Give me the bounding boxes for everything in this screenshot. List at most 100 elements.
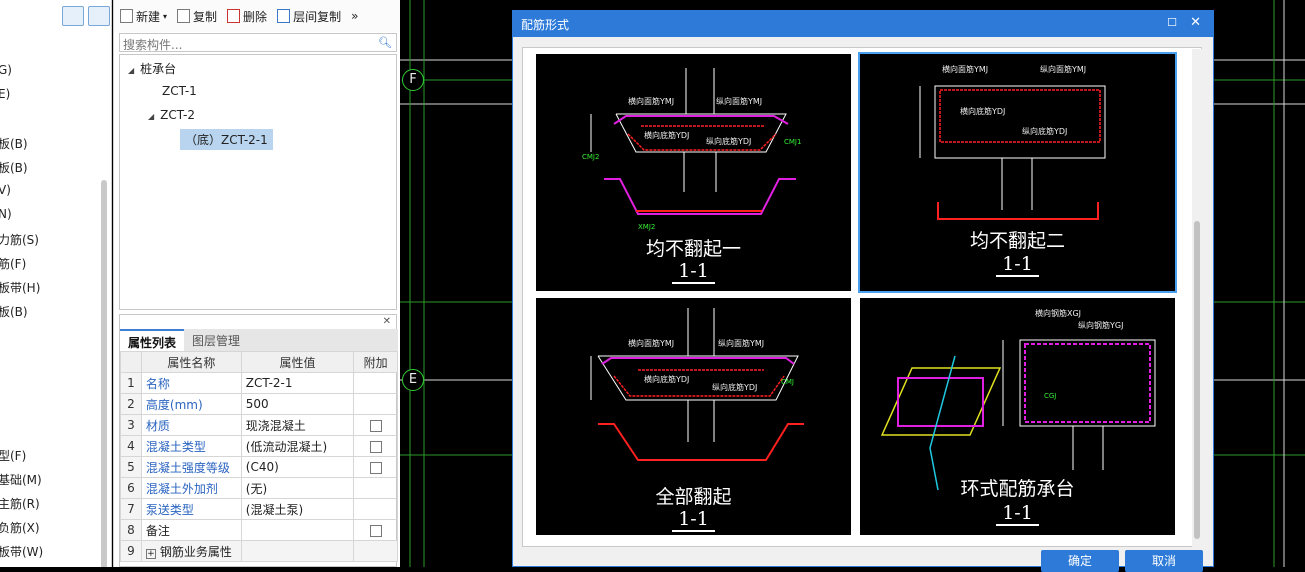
nav-item[interactable]: 板带(H): [0, 279, 40, 296]
nav-item[interactable]: G): [0, 63, 12, 77]
header-name: 属性名称: [140, 351, 242, 373]
delete-icon: [227, 9, 241, 23]
table-row[interactable]: 3 材质 现浇混凝土: [120, 414, 398, 436]
svg-text:横向底筋YDJ: 横向底筋YDJ: [644, 130, 689, 140]
detail-view-icon[interactable]: [88, 6, 110, 26]
prop-value[interactable]: 现浇混凝土: [240, 414, 355, 436]
nav-item[interactable]: 板带(W): [0, 543, 43, 560]
table-row[interactable]: 6 混凝土外加剂 (无): [120, 477, 398, 499]
nav-item[interactable]: 负筋(X): [0, 519, 40, 536]
svg-text:纵向钢筋YGJ: 纵向钢筋YGJ: [1078, 320, 1123, 330]
component-tree: ◢ 桩承台 ZCT-1 ◢ ZCT-2 （底）ZCT-2-1: [119, 54, 397, 310]
close-icon[interactable]: ✕: [1190, 15, 1201, 30]
cancel-button[interactable]: 取消: [1125, 550, 1203, 572]
maximize-icon[interactable]: ☐: [1167, 16, 1177, 29]
more-label: »: [351, 9, 359, 23]
rebar-form-gallery: CMJ2 CMJ1 XMJ2 横向面筋YMJ 纵向面筋YMJ 横向底筋YDJ 纵…: [522, 47, 1202, 547]
toolbar-more-button[interactable]: »: [351, 9, 358, 23]
copy-button[interactable]: 复制: [177, 8, 217, 25]
table-row[interactable]: 7 泵送类型 (混凝土泵): [120, 498, 398, 520]
prop-extra: [353, 498, 398, 520]
row-number: 8: [120, 519, 142, 541]
axis-label-e: E: [402, 369, 424, 391]
nav-item[interactable]: 筋(F): [0, 255, 26, 272]
floor-copy-button[interactable]: 层间复制: [277, 8, 341, 25]
svg-text:横向底筋YDJ: 横向底筋YDJ: [960, 106, 1005, 116]
extra-checkbox[interactable]: [369, 461, 382, 474]
extra-checkbox[interactable]: [369, 440, 382, 453]
tree-node-root[interactable]: ◢ 桩承台: [128, 60, 176, 77]
ok-button[interactable]: 确定: [1041, 550, 1119, 572]
section-label: 1-1: [996, 253, 1039, 277]
scrollbar-thumb[interactable]: [1194, 221, 1200, 539]
prop-value[interactable]: (低流动混凝土): [240, 435, 355, 457]
section-label: 1-1: [672, 260, 715, 284]
gallery-scrollbar[interactable]: [1192, 49, 1202, 547]
card-all-bend[interactable]: CMJ 横向面筋YMJ 纵向面筋YMJ 横向底筋YDJ 纵向底筋YDJ 全部翻起…: [536, 298, 851, 535]
extra-checkbox[interactable]: [369, 419, 382, 432]
row-number: 2: [120, 393, 142, 415]
card-no-bend-two[interactable]: 横向面筋YMJ 纵向面筋YMJ 横向底筋YDJ 纵向底筋YDJ 均不翻起二 1-…: [858, 52, 1177, 293]
tree-node-selected[interactable]: （底）ZCT-2-1: [180, 129, 273, 150]
expand-plus-icon[interactable]: +: [145, 548, 156, 559]
prop-value[interactable]: 500: [240, 393, 355, 415]
tree-node-zct1[interactable]: ZCT-1: [162, 84, 197, 98]
svg-text:纵向底筋YDJ: 纵向底筋YDJ: [712, 382, 757, 392]
table-row[interactable]: 8 备注: [120, 519, 398, 541]
dropdown-arrow-icon: ▾: [163, 11, 168, 21]
tree-node-zct2[interactable]: ◢ ZCT-2: [148, 108, 195, 122]
prop-name: 混凝土类型: [140, 435, 242, 457]
delete-button[interactable]: 删除: [227, 8, 267, 25]
nav-item[interactable]: 主筋(R): [0, 495, 40, 512]
table-row[interactable]: 1 名称 ZCT-2-1: [120, 372, 398, 394]
table-row[interactable]: 9 + 钢筋业务属性: [120, 540, 398, 562]
table-row[interactable]: 5 混凝土强度等级 (C40): [120, 456, 398, 478]
search-input[interactable]: 搜索构件... 🔍︎: [119, 33, 397, 52]
card-ring-rebar[interactable]: 横向钢筋XGJ 纵向钢筋YGJ CGJ 环式配筋承台 1-1: [860, 298, 1175, 535]
svg-text:纵向面筋YMJ: 纵向面筋YMJ: [1040, 64, 1086, 74]
prop-name: 名称: [140, 372, 242, 394]
new-button[interactable]: 新建 ▾: [120, 8, 167, 25]
nav-item[interactable]: 板(B): [0, 159, 28, 176]
prop-name: 高度(mm): [140, 393, 242, 415]
nav-item[interactable]: 力筋(S): [0, 231, 39, 248]
search-icon[interactable]: 🔍︎: [378, 36, 392, 49]
nav-item[interactable]: 型(F): [0, 447, 26, 464]
close-icon[interactable]: ✕: [383, 316, 391, 327]
expanded-icon[interactable]: ◢: [128, 66, 134, 75]
prop-value[interactable]: [240, 519, 355, 541]
nav-item[interactable]: 板(B): [0, 303, 28, 320]
extra-checkbox[interactable]: [369, 524, 382, 537]
nav-item[interactable]: 基础(M): [0, 471, 42, 488]
prop-name: 钢筋业务属性: [159, 544, 232, 559]
nav-item[interactable]: N): [0, 207, 12, 221]
prop-name: 备注: [140, 519, 242, 541]
row-number: 5: [120, 456, 142, 478]
nav-item[interactable]: 板(B): [0, 135, 28, 152]
list-view-icon[interactable]: [62, 6, 84, 26]
nav-item[interactable]: V): [0, 183, 11, 197]
prop-name: 混凝土强度等级: [140, 456, 242, 478]
prop-value[interactable]: (无): [240, 477, 355, 499]
svg-text:CMJ: CMJ: [781, 378, 794, 386]
header-value: 属性值: [240, 351, 355, 373]
expanded-icon[interactable]: ◢: [148, 112, 154, 121]
nav-item[interactable]: E): [0, 87, 10, 101]
table-row[interactable]: 4 混凝土类型 (低流动混凝土): [120, 435, 398, 457]
copy-label: 复制: [193, 9, 218, 24]
new-icon: [120, 9, 133, 23]
tab-layer-manage[interactable]: 图层管理: [184, 329, 248, 351]
row-number: 4: [120, 435, 142, 457]
tab-property-list[interactable]: 属性列表: [120, 329, 185, 351]
prop-value[interactable]: (混凝土泵): [240, 498, 355, 520]
dialog-titlebar[interactable]: 配筋形式 ☐ ✕: [513, 11, 1213, 37]
prop-name: 泵送类型: [140, 498, 242, 520]
left-scrollbar[interactable]: [101, 180, 107, 567]
property-tabs: 属性列表 图层管理: [120, 329, 398, 351]
prop-value[interactable]: ZCT-2-1: [240, 372, 355, 394]
prop-value[interactable]: (C40): [240, 456, 355, 478]
header-no: [120, 351, 142, 373]
card-no-bend-one[interactable]: CMJ2 CMJ1 XMJ2 横向面筋YMJ 纵向面筋YMJ 横向底筋YDJ 纵…: [536, 54, 851, 291]
table-row[interactable]: 2 高度(mm) 500: [120, 393, 398, 415]
card-section: 1-1: [860, 502, 1175, 526]
